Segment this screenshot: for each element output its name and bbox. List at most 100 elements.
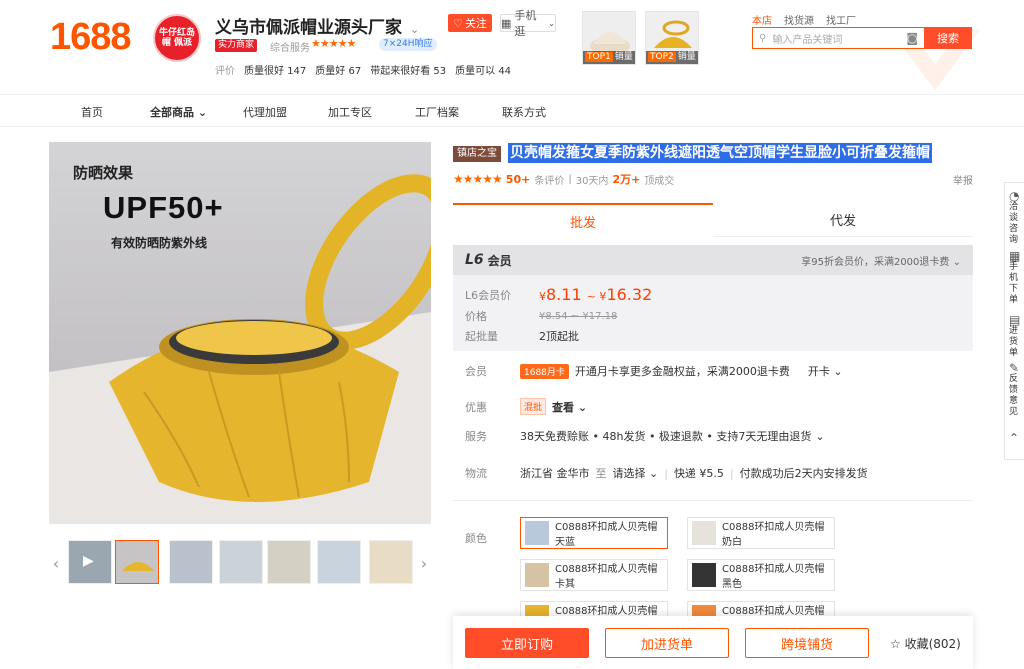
order-now-button[interactable]: 立即订购: [465, 628, 589, 658]
review-tag[interactable]: 质量可以 44: [455, 62, 511, 77]
add-to-cart-button[interactable]: 加进货单: [605, 628, 729, 658]
search-tab-source[interactable]: 找货源: [784, 12, 814, 27]
tab-wholesale[interactable]: 批发: [453, 203, 713, 237]
qrcode-icon: ▦: [1009, 249, 1021, 263]
chevron-left-icon[interactable]: ‹: [49, 550, 63, 576]
thumbnail[interactable]: [267, 540, 311, 584]
shop-treasure-badge: 镇店之宝: [453, 146, 501, 162]
service-text: 38天免费赊账 • 48h发货 • 极速退款 • 支持7天无理由退货: [520, 430, 812, 443]
sales-unit: 顶成交: [644, 175, 675, 187]
color-option[interactable]: C0888环扣成人贝壳帽 奶白: [687, 517, 835, 549]
list-icon: ▤: [1009, 313, 1021, 327]
review-count[interactable]: 50+: [506, 173, 531, 186]
search-button[interactable]: 搜索: [924, 27, 972, 49]
divider: [453, 500, 973, 501]
separator: |: [568, 173, 572, 185]
review-tag[interactable]: 质量很好 147: [244, 62, 306, 77]
color-label: 颜色: [465, 532, 487, 545]
member-price-row: L6会员价 ¥8.11 ~ ¥16.32: [465, 285, 652, 304]
separator: |: [729, 466, 734, 480]
search-tab-shop[interactable]: 本店: [752, 12, 772, 27]
chevron-down-icon[interactable]: ⌄: [815, 430, 824, 443]
member-note[interactable]: 享95折会员价，采满2000退卡费 ⌄: [801, 253, 961, 268]
chevron-down-icon: ⌄: [649, 467, 659, 480]
color-swatch: [692, 563, 716, 587]
nav-home[interactable]: 首页: [81, 104, 103, 120]
row-label: 物流: [465, 467, 487, 480]
review-unit: 条评价: [534, 175, 565, 187]
member-price: ¥8.11 ~ ¥16.32: [539, 285, 653, 304]
side-cart[interactable]: ▤ 进货单: [1009, 313, 1023, 359]
favorite-button[interactable]: ☆ 收藏(802): [890, 635, 961, 652]
row-label: 优惠: [465, 400, 487, 414]
logistics-row: 物流 浙江省 金华市 至 请选择 ⌄ | 快递 ¥5.5 | 付款成功后2天内安…: [465, 465, 868, 481]
edit-icon: ✎: [1009, 361, 1020, 375]
side-feedback[interactable]: ✎ 反馈意见: [1009, 361, 1023, 418]
chevron-down-icon: ⌄: [833, 365, 843, 378]
strength-badge: 实力商家: [215, 39, 258, 52]
origin: 浙江省 金华市: [520, 467, 590, 480]
top-product-2[interactable]: TOP2 销量: [645, 11, 699, 65]
mobile-browse-button[interactable]: ▦ 手机逛 ⌄: [500, 9, 556, 38]
chevron-down-icon: ⌄: [548, 18, 555, 28]
sales-period: 30天内: [575, 175, 609, 187]
chevron-down-icon: ⌄: [952, 256, 961, 268]
chevron-down-icon: ⌄: [410, 23, 420, 36]
tab-dropship[interactable]: 代发: [713, 203, 973, 237]
camera-icon[interactable]: ◙: [906, 31, 918, 45]
chevron-down-icon: ⌄: [577, 400, 588, 414]
image-caption-2: UPF50+: [103, 190, 224, 225]
product-title: 贝壳帽发箍女夏季防紫外线遮阳透气空顶帽学生显脸小可折叠发箍帽: [508, 143, 932, 163]
side-mobile-order[interactable]: ▦ 手机下单: [1009, 249, 1023, 306]
color-swatch: [525, 563, 549, 587]
member-header: L6 会员 享95折会员价，采满2000退卡费 ⌄: [453, 245, 973, 275]
service-stars: ★★★★★: [311, 37, 356, 50]
member-card-row: 会员 1688月卡 开通月卡享更多金融权益，采满2000退卡费 开卡 ⌄: [465, 363, 843, 379]
original-price: ¥8.54 ~ ¥17.18: [539, 310, 618, 322]
destination-select[interactable]: 请选择 ⌄: [613, 465, 659, 481]
nav-contact[interactable]: 联系方式: [502, 104, 546, 120]
color-option[interactable]: C0888环扣成人贝壳帽 黑色: [687, 559, 835, 591]
search-input[interactable]: ⚲ 输入产品关键词 ◙: [752, 27, 924, 49]
chevron-right-icon[interactable]: ›: [417, 550, 431, 576]
to-label: 至: [595, 467, 607, 480]
search-tab-factory[interactable]: 找工厂: [826, 12, 856, 27]
thumbnail-strip: ‹ ▶ ›: [49, 538, 431, 588]
nav-processing[interactable]: 加工专区: [328, 104, 372, 120]
color-option[interactable]: C0888环扣成人贝壳帽 天蓝: [520, 517, 668, 549]
nav-factory[interactable]: 工厂档案: [415, 104, 459, 120]
open-card-link[interactable]: 开卡 ⌄: [808, 363, 843, 379]
color-option[interactable]: C0888环扣成人贝壳帽 卡其: [520, 559, 668, 591]
mixed-batch-badge: 混批: [520, 398, 547, 415]
thumbnail[interactable]: [317, 540, 361, 584]
sales-count: 2万+: [612, 173, 641, 186]
thumbnail-selected[interactable]: [115, 540, 159, 584]
thumbnail[interactable]: [369, 540, 413, 584]
rating-row: ★★★★★ 50+ 条评价 | 30天内 2万+ 顶成交: [453, 171, 674, 187]
shop-name[interactable]: 义乌市佩派帽业源头厂家 ⌄: [215, 13, 419, 38]
follow-button[interactable]: ♡ 关注: [448, 14, 492, 32]
review-tag[interactable]: 质量好 67: [315, 62, 361, 77]
nav-all-products[interactable]: 全部商品 ⌄: [150, 104, 207, 120]
thumbnail-video[interactable]: ▶: [68, 540, 112, 584]
response-badge: 7×24H响应: [379, 38, 437, 51]
back-to-top-icon[interactable]: ⌃: [1009, 432, 1023, 444]
cross-border-button[interactable]: 跨境铺货: [745, 628, 869, 658]
service-label: 综合服务: [270, 43, 310, 54]
thumbnail[interactable]: [169, 540, 213, 584]
side-toolbar: ◔ 洽谈咨询 ▦ 手机下单 ▤ 进货单 ✎ 反馈意见 ⌃: [1004, 182, 1024, 460]
main-product-image[interactable]: 防晒效果 UPF50+ 有效防晒防紫外线: [49, 142, 431, 524]
review-tag[interactable]: 带起来很好看 53: [370, 62, 446, 77]
report-link[interactable]: 举报: [953, 172, 973, 187]
ship-note: 付款成功后2天内安排发货: [739, 467, 868, 480]
side-consult[interactable]: ◔ 洽谈咨询: [1009, 190, 1023, 246]
shop-avatar[interactable]: 牛仔红岛帽 佩派: [153, 14, 201, 62]
view-discount-link[interactable]: 查看 ⌄: [552, 399, 587, 415]
moq-value: 2顶起批: [539, 330, 579, 343]
site-logo[interactable]: 1688: [50, 16, 132, 59]
nav-agency[interactable]: 代理加盟: [243, 104, 287, 120]
thumbnail[interactable]: [219, 540, 263, 584]
top-product-1[interactable]: TOP1 销量: [582, 11, 636, 65]
qrcode-icon: ▦: [501, 16, 512, 30]
color-swatch: [525, 521, 549, 545]
